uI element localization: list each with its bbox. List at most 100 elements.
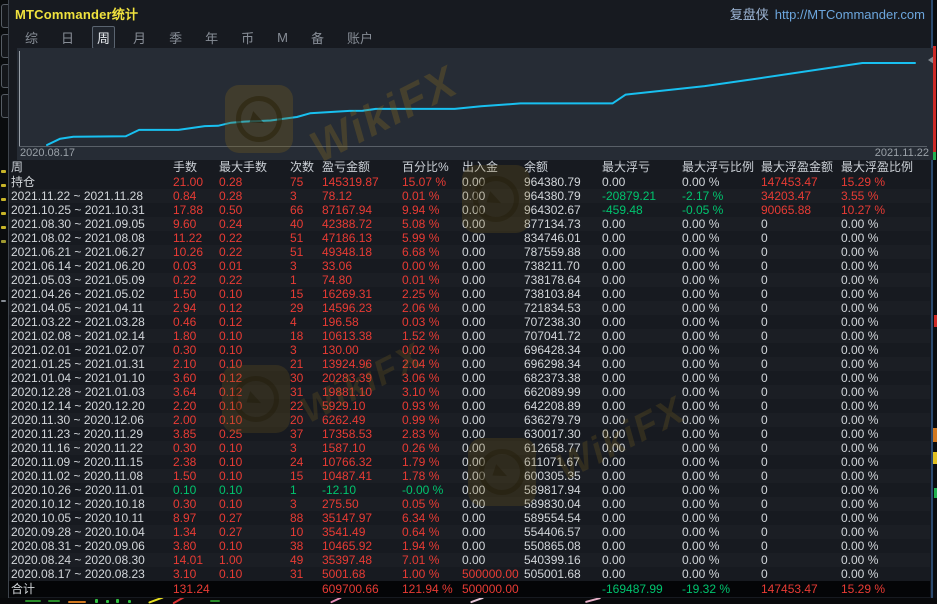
table-row[interactable]: 2020.12.28 ~ 2021.01.033.640.123119881.1… [9, 385, 930, 399]
table-cell: 0.12 [219, 371, 290, 385]
table-cell: 29 [290, 301, 322, 315]
menu-item-M[interactable]: M [272, 28, 293, 47]
table-cell: 0.00 [602, 231, 682, 245]
table-row[interactable]: 2021.10.25 ~ 2021.10.3117.880.506687167.… [9, 203, 930, 217]
table-cell: 0.10 [219, 539, 290, 553]
table-row[interactable]: 2020.11.02 ~ 2020.11.081.500.101510487.4… [9, 469, 930, 483]
table-row[interactable]: 2020.08.24 ~ 2020.08.3014.011.004935397.… [9, 553, 930, 567]
table-row[interactable]: 2021.08.02 ~ 2021.08.0811.220.225147186.… [9, 231, 930, 245]
table-row[interactable]: 2020.11.30 ~ 2020.12.062.000.10206262.49… [9, 413, 930, 427]
table-cell: 0.00 % [841, 231, 931, 245]
table-row[interactable]: 2020.11.23 ~ 2020.11.293.850.253717358.5… [9, 427, 930, 441]
table-cell: 0 [761, 357, 841, 371]
table-row[interactable]: 2021.04.05 ~ 2021.04.112.940.122914596.2… [9, 301, 930, 315]
table-cell: 33.06 [322, 259, 402, 273]
table-cell: 0.00 % [841, 483, 931, 497]
table-row[interactable]: 2021.01.25 ~ 2021.01.312.100.102113924.9… [9, 357, 930, 371]
table-row[interactable]: 2021.05.03 ~ 2021.05.090.220.22174.800.0… [9, 273, 930, 287]
table-cell: 0 [761, 301, 841, 315]
table-row[interactable]: 2021.06.21 ~ 2021.06.2710.260.225149348.… [9, 245, 930, 259]
table-cell: 738178.64 [524, 273, 602, 287]
menu-item-日[interactable]: 日 [56, 26, 79, 49]
table-row[interactable]: 2020.10.05 ~ 2020.10.118.970.278835147.9… [9, 511, 930, 525]
table-cell: 0.00 % [841, 427, 931, 441]
table-cell: 589817.94 [524, 483, 602, 497]
table-cell: 0 [761, 385, 841, 399]
period-cell: 2021.06.14 ~ 2021.06.20 [11, 259, 173, 273]
table-cell: 0.00 % [682, 301, 761, 315]
table-cell: 0.00 [462, 189, 524, 203]
table-cell: 2.04 % [402, 357, 462, 371]
table-cell: 2.20 [173, 399, 219, 413]
menu-item-账户[interactable]: 账户 [342, 26, 378, 49]
table-row[interactable]: 2021.06.14 ~ 2021.06.200.030.01333.060.0… [9, 259, 930, 273]
table-row[interactable]: 2020.10.26 ~ 2020.11.010.100.101-12.10-0… [9, 483, 930, 497]
table-row[interactable]: 2021.02.08 ~ 2021.02.141.800.101810613.3… [9, 329, 930, 343]
table-cell: 0.03 % [402, 315, 462, 329]
table-cell: 34203.47 [761, 189, 841, 203]
table-cell: 0.00 [462, 385, 524, 399]
table-cell: 0.00 % [682, 259, 761, 273]
table-row[interactable]: 2020.11.09 ~ 2020.11.152.380.102410766.3… [9, 455, 930, 469]
table-cell: 0.10 [219, 413, 290, 427]
table-row[interactable]: 2020.08.31 ~ 2020.09.063.800.103810465.9… [9, 539, 930, 553]
table-cell: 600305.35 [524, 469, 602, 483]
period-cell: 2021.01.04 ~ 2021.01.10 [11, 371, 173, 385]
table-row[interactable]: 2021.11.22 ~ 2021.11.280.840.28378.120.0… [9, 189, 930, 203]
table-cell: 10487.41 [322, 469, 402, 483]
table-cell: 964380.79 [524, 175, 602, 189]
table-row[interactable]: 2021.08.30 ~ 2021.09.059.600.244042388.7… [9, 217, 930, 231]
table-cell: 0 [761, 427, 841, 441]
table-row[interactable]: 2021.04.26 ~ 2021.05.021.500.101516269.3… [9, 287, 930, 301]
table-cell: 21 [290, 357, 322, 371]
table-cell: 38 [290, 539, 322, 553]
table-row[interactable]: 2020.09.28 ~ 2020.10.041.340.27103541.49… [9, 525, 930, 539]
table-cell: 0.00 [462, 525, 524, 539]
table-row[interactable]: 2021.03.22 ~ 2021.03.280.460.124196.580.… [9, 315, 930, 329]
column-header: 次数 [290, 160, 322, 175]
table-row[interactable]: 2020.11.16 ~ 2020.11.220.300.1031587.100… [9, 441, 930, 455]
table-cell: 0.00 % [841, 343, 931, 357]
table-cell: 0.00 % [841, 371, 931, 385]
table-cell: 10 [290, 525, 322, 539]
menu-item-年[interactable]: 年 [200, 26, 223, 49]
table-row[interactable]: 2021.02.01 ~ 2021.02.070.300.103130.000.… [9, 343, 930, 357]
table-cell: 0.00 [462, 343, 524, 357]
table-row[interactable]: 2020.08.17 ~ 2020.08.233.100.10315001.68… [9, 567, 930, 581]
menu-item-月[interactable]: 月 [128, 26, 151, 49]
table-row[interactable]: 2021.01.04 ~ 2021.01.103.600.123020283.3… [9, 371, 930, 385]
table-cell: 0.00 % [841, 455, 931, 469]
table-cell: 0.02 % [402, 343, 462, 357]
table-cell: 1.00 [219, 553, 290, 567]
table-cell: 0.05 % [402, 497, 462, 511]
menu-item-综[interactable]: 综 [20, 26, 43, 49]
table-cell: 0.00 % [682, 315, 761, 329]
menu-item-周[interactable]: 周 [92, 26, 115, 49]
period-cell: 2021.08.02 ~ 2021.08.08 [11, 231, 173, 245]
table-cell: 18 [290, 329, 322, 343]
table-cell: -459.48 [602, 203, 682, 217]
table-row[interactable]: 2020.10.12 ~ 2020.10.180.300.103275.500.… [9, 497, 930, 511]
table-cell: 0.00 [602, 413, 682, 427]
table-cell: 0.00 [462, 469, 524, 483]
table-cell: 22 [290, 399, 322, 413]
table-cell: 3541.49 [322, 525, 402, 539]
table-cell: 0 [761, 329, 841, 343]
menu-item-币[interactable]: 币 [236, 26, 259, 49]
table-cell: 0.00 [602, 525, 682, 539]
table-cell: 15.07 % [402, 175, 462, 189]
table-cell: 738211.70 [524, 259, 602, 273]
table-cell: 2.00 [173, 413, 219, 427]
menu-item-季[interactable]: 季 [164, 26, 187, 49]
menu-item-备[interactable]: 备 [306, 26, 329, 49]
table-cell: 147453.47 [761, 581, 841, 597]
table-row[interactable]: 持仓21.000.2875145319.8715.07 %0.00964380.… [9, 175, 930, 189]
table-cell: 1.52 % [402, 329, 462, 343]
table-cell: 3.10 % [402, 385, 462, 399]
table-cell: 612658.77 [524, 441, 602, 455]
table-cell: 145319.87 [322, 175, 402, 189]
brand-url-link[interactable]: http://MTCommander.com [775, 7, 925, 22]
table-cell: 0.00 % [682, 217, 761, 231]
period-cell: 2021.01.25 ~ 2021.01.31 [11, 357, 173, 371]
table-row[interactable]: 2020.12.14 ~ 2020.12.202.200.10225929.10… [9, 399, 930, 413]
